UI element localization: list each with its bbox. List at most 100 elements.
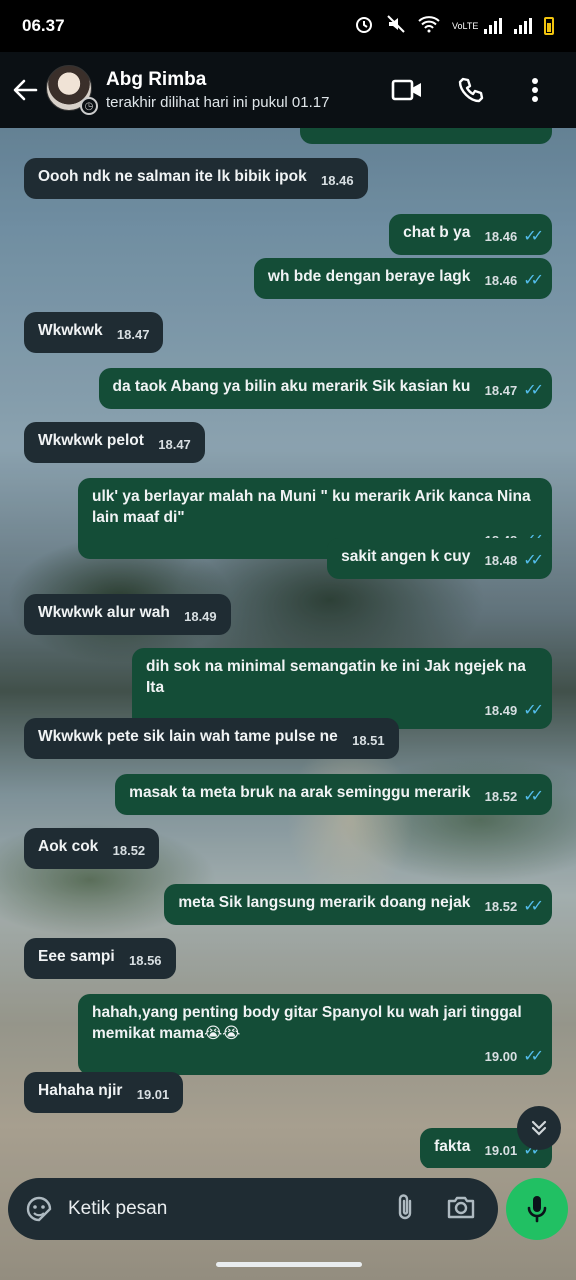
more-vert-icon bbox=[532, 78, 538, 102]
message-time: 18.49 bbox=[484, 703, 518, 718]
contact-name: Abg Rimba bbox=[106, 69, 207, 90]
message-text: chat b ya bbox=[403, 224, 471, 241]
message-meta: 18.47 ✓✓ bbox=[484, 380, 544, 401]
read-ticks-icon: ✓✓ bbox=[523, 272, 544, 289]
message-meta: 18.47 bbox=[158, 434, 191, 455]
read-ticks-icon: ✓✓ bbox=[523, 788, 544, 805]
message-time: 18.52 bbox=[484, 899, 518, 914]
message-text: Aok cok bbox=[38, 838, 99, 855]
message-time: 18.51 bbox=[352, 733, 385, 748]
message-text: wh bde dengan beraye lagk bbox=[267, 268, 471, 285]
message-time: 18.52 bbox=[484, 789, 518, 804]
message-bubble-incoming[interactable]: Aok cok 18.52 bbox=[24, 828, 160, 869]
sticker-button[interactable] bbox=[24, 1194, 54, 1224]
partial-message-bubble bbox=[300, 128, 552, 144]
video-call-button[interactable] bbox=[390, 73, 424, 107]
message-time: 19.00 bbox=[484, 1049, 518, 1064]
message-time: 18.52 bbox=[112, 843, 146, 858]
composer-actions bbox=[394, 1192, 482, 1227]
video-camera-icon bbox=[391, 79, 421, 101]
read-ticks-icon: ✓✓ bbox=[523, 1048, 544, 1065]
message-bubble-outgoing[interactable]: sakit angen k cuy 18.48 ✓✓ bbox=[327, 538, 552, 579]
message-meta: 18.46 ✓✓ bbox=[484, 226, 544, 247]
message-meta: 19.00 ✓✓ bbox=[92, 1046, 544, 1067]
message-text: masak ta meta bruk na arak seminggu mera… bbox=[129, 784, 471, 801]
message-list[interactable]: Oooh ndk ne salman ite lk bibik ipok 18.… bbox=[0, 128, 576, 1168]
message-bubble-incoming[interactable]: Wkwkwk pelot 18.47 bbox=[24, 422, 205, 463]
message-text: Wkwkwk pelot bbox=[38, 432, 144, 449]
read-ticks-icon: ✓✓ bbox=[523, 898, 544, 915]
read-ticks-icon: ✓✓ bbox=[523, 228, 544, 245]
message-time: 18.47 bbox=[158, 437, 191, 452]
message-time: 18.56 bbox=[129, 953, 162, 968]
message-text: hahah,yang penting body gitar Spanyol ku… bbox=[92, 1004, 522, 1042]
contact-info[interactable]: Abg Rimba terakhir dilihat hari ini puku… bbox=[106, 69, 329, 111]
arrow-left-icon bbox=[13, 79, 38, 101]
message-meta: 18.56 bbox=[129, 950, 162, 971]
message-input[interactable]: Ketik pesan bbox=[68, 1198, 394, 1220]
message-bubble-outgoing[interactable]: chat b ya 18.46 ✓✓ bbox=[389, 214, 552, 255]
message-text: Wkwkwk alur wah bbox=[38, 604, 170, 621]
message-text: Wkwkwk pete sik lain wah tame pulse ne bbox=[38, 728, 338, 745]
sticker-icon bbox=[26, 1196, 52, 1222]
wifi-icon bbox=[418, 15, 440, 37]
message-text: fakta bbox=[434, 1138, 471, 1155]
message-meta: 18.46 bbox=[321, 170, 354, 191]
more-options-button[interactable] bbox=[518, 73, 552, 107]
phone-icon bbox=[458, 77, 484, 103]
message-time: 18.46 bbox=[484, 229, 518, 244]
message-meta: 18.48 ✓✓ bbox=[484, 550, 544, 571]
camera-icon bbox=[447, 1196, 475, 1218]
message-text: sakit angen k cuy bbox=[341, 548, 471, 565]
message-bubble-incoming[interactable]: Wkwkwk 18.47 bbox=[24, 312, 164, 353]
message-time: 18.46 bbox=[321, 173, 354, 188]
chat-header: ◷ Abg Rimba terakhir dilihat hari ini pu… bbox=[0, 52, 576, 128]
message-bubble-outgoing[interactable]: meta Sik langsung merarik doang nejak 18… bbox=[164, 884, 552, 925]
home-indicator[interactable] bbox=[216, 1262, 362, 1267]
message-time: 18.48 bbox=[484, 553, 518, 568]
message-text: ulk' ya berlayar malah na Muni " ku mera… bbox=[92, 488, 531, 526]
scroll-to-bottom-button[interactable] bbox=[517, 1106, 561, 1150]
back-button[interactable] bbox=[10, 70, 40, 110]
read-ticks-icon: ✓✓ bbox=[523, 382, 544, 399]
message-bubble-outgoing[interactable]: dih sok na minimal semangatin ke ini Jak… bbox=[132, 648, 552, 729]
message-meta: 18.51 bbox=[352, 730, 385, 751]
message-text: Wkwkwk bbox=[38, 322, 103, 339]
message-meta: 19.01 bbox=[137, 1084, 170, 1105]
message-bubble-incoming[interactable]: Hahaha njir 19.01 bbox=[24, 1072, 184, 1113]
message-text: Oooh ndk ne salman ite lk bibik ipok bbox=[38, 168, 307, 185]
message-bubble-outgoing[interactable]: wh bde dengan beraye lagk 18.46 ✓✓ bbox=[253, 258, 552, 299]
message-bubble-outgoing[interactable]: hahah,yang penting body gitar Spanyol ku… bbox=[78, 994, 552, 1075]
read-ticks-icon: ✓✓ bbox=[523, 702, 544, 719]
battery-icon bbox=[544, 17, 554, 35]
voice-message-button[interactable] bbox=[506, 1178, 568, 1240]
message-bubble-incoming[interactable]: Eee sampi 18.56 bbox=[24, 938, 176, 979]
volte-label: VoLTE bbox=[452, 20, 479, 31]
message-bubble-outgoing[interactable]: da taok Abang ya bilin aku merarik Sik k… bbox=[98, 368, 552, 409]
message-text: Eee sampi bbox=[38, 948, 115, 965]
message-bubble-incoming[interactable]: Oooh ndk ne salman ite lk bibik ipok 18.… bbox=[24, 158, 368, 199]
status-icons: VoLTE bbox=[354, 14, 554, 38]
message-bubble-incoming[interactable]: Wkwkwk pete sik lain wah tame pulse ne 1… bbox=[24, 718, 399, 759]
signal-icon-2 bbox=[514, 18, 532, 34]
message-text: meta Sik langsung merarik doang nejak bbox=[178, 894, 471, 911]
message-meta: 18.52 bbox=[113, 840, 146, 861]
microphone-icon bbox=[527, 1196, 547, 1223]
alarm-icon bbox=[354, 14, 374, 38]
contact-avatar-button[interactable]: ◷ bbox=[46, 65, 98, 115]
message-time: 19.01 bbox=[484, 1143, 518, 1158]
header-actions bbox=[390, 73, 566, 107]
voice-call-button[interactable] bbox=[454, 73, 488, 107]
message-meta: 18.52 ✓✓ bbox=[484, 786, 544, 807]
message-meta: 18.47 bbox=[117, 324, 150, 345]
status-bar: 06.37 VoLTE bbox=[0, 0, 576, 52]
message-time: 18.47 bbox=[484, 383, 518, 398]
message-time: 19.01 bbox=[136, 1087, 170, 1102]
read-ticks-icon: ✓✓ bbox=[523, 552, 544, 569]
attach-button[interactable] bbox=[394, 1192, 416, 1227]
camera-button[interactable] bbox=[446, 1194, 476, 1225]
message-time: 18.46 bbox=[484, 273, 518, 288]
last-seen-status: terakhir dilihat hari ini pukul 01.17 bbox=[106, 94, 330, 111]
message-bubble-outgoing[interactable]: masak ta meta bruk na arak seminggu mera… bbox=[115, 774, 552, 815]
message-bubble-incoming[interactable]: Wkwkwk alur wah 18.49 bbox=[24, 594, 231, 635]
